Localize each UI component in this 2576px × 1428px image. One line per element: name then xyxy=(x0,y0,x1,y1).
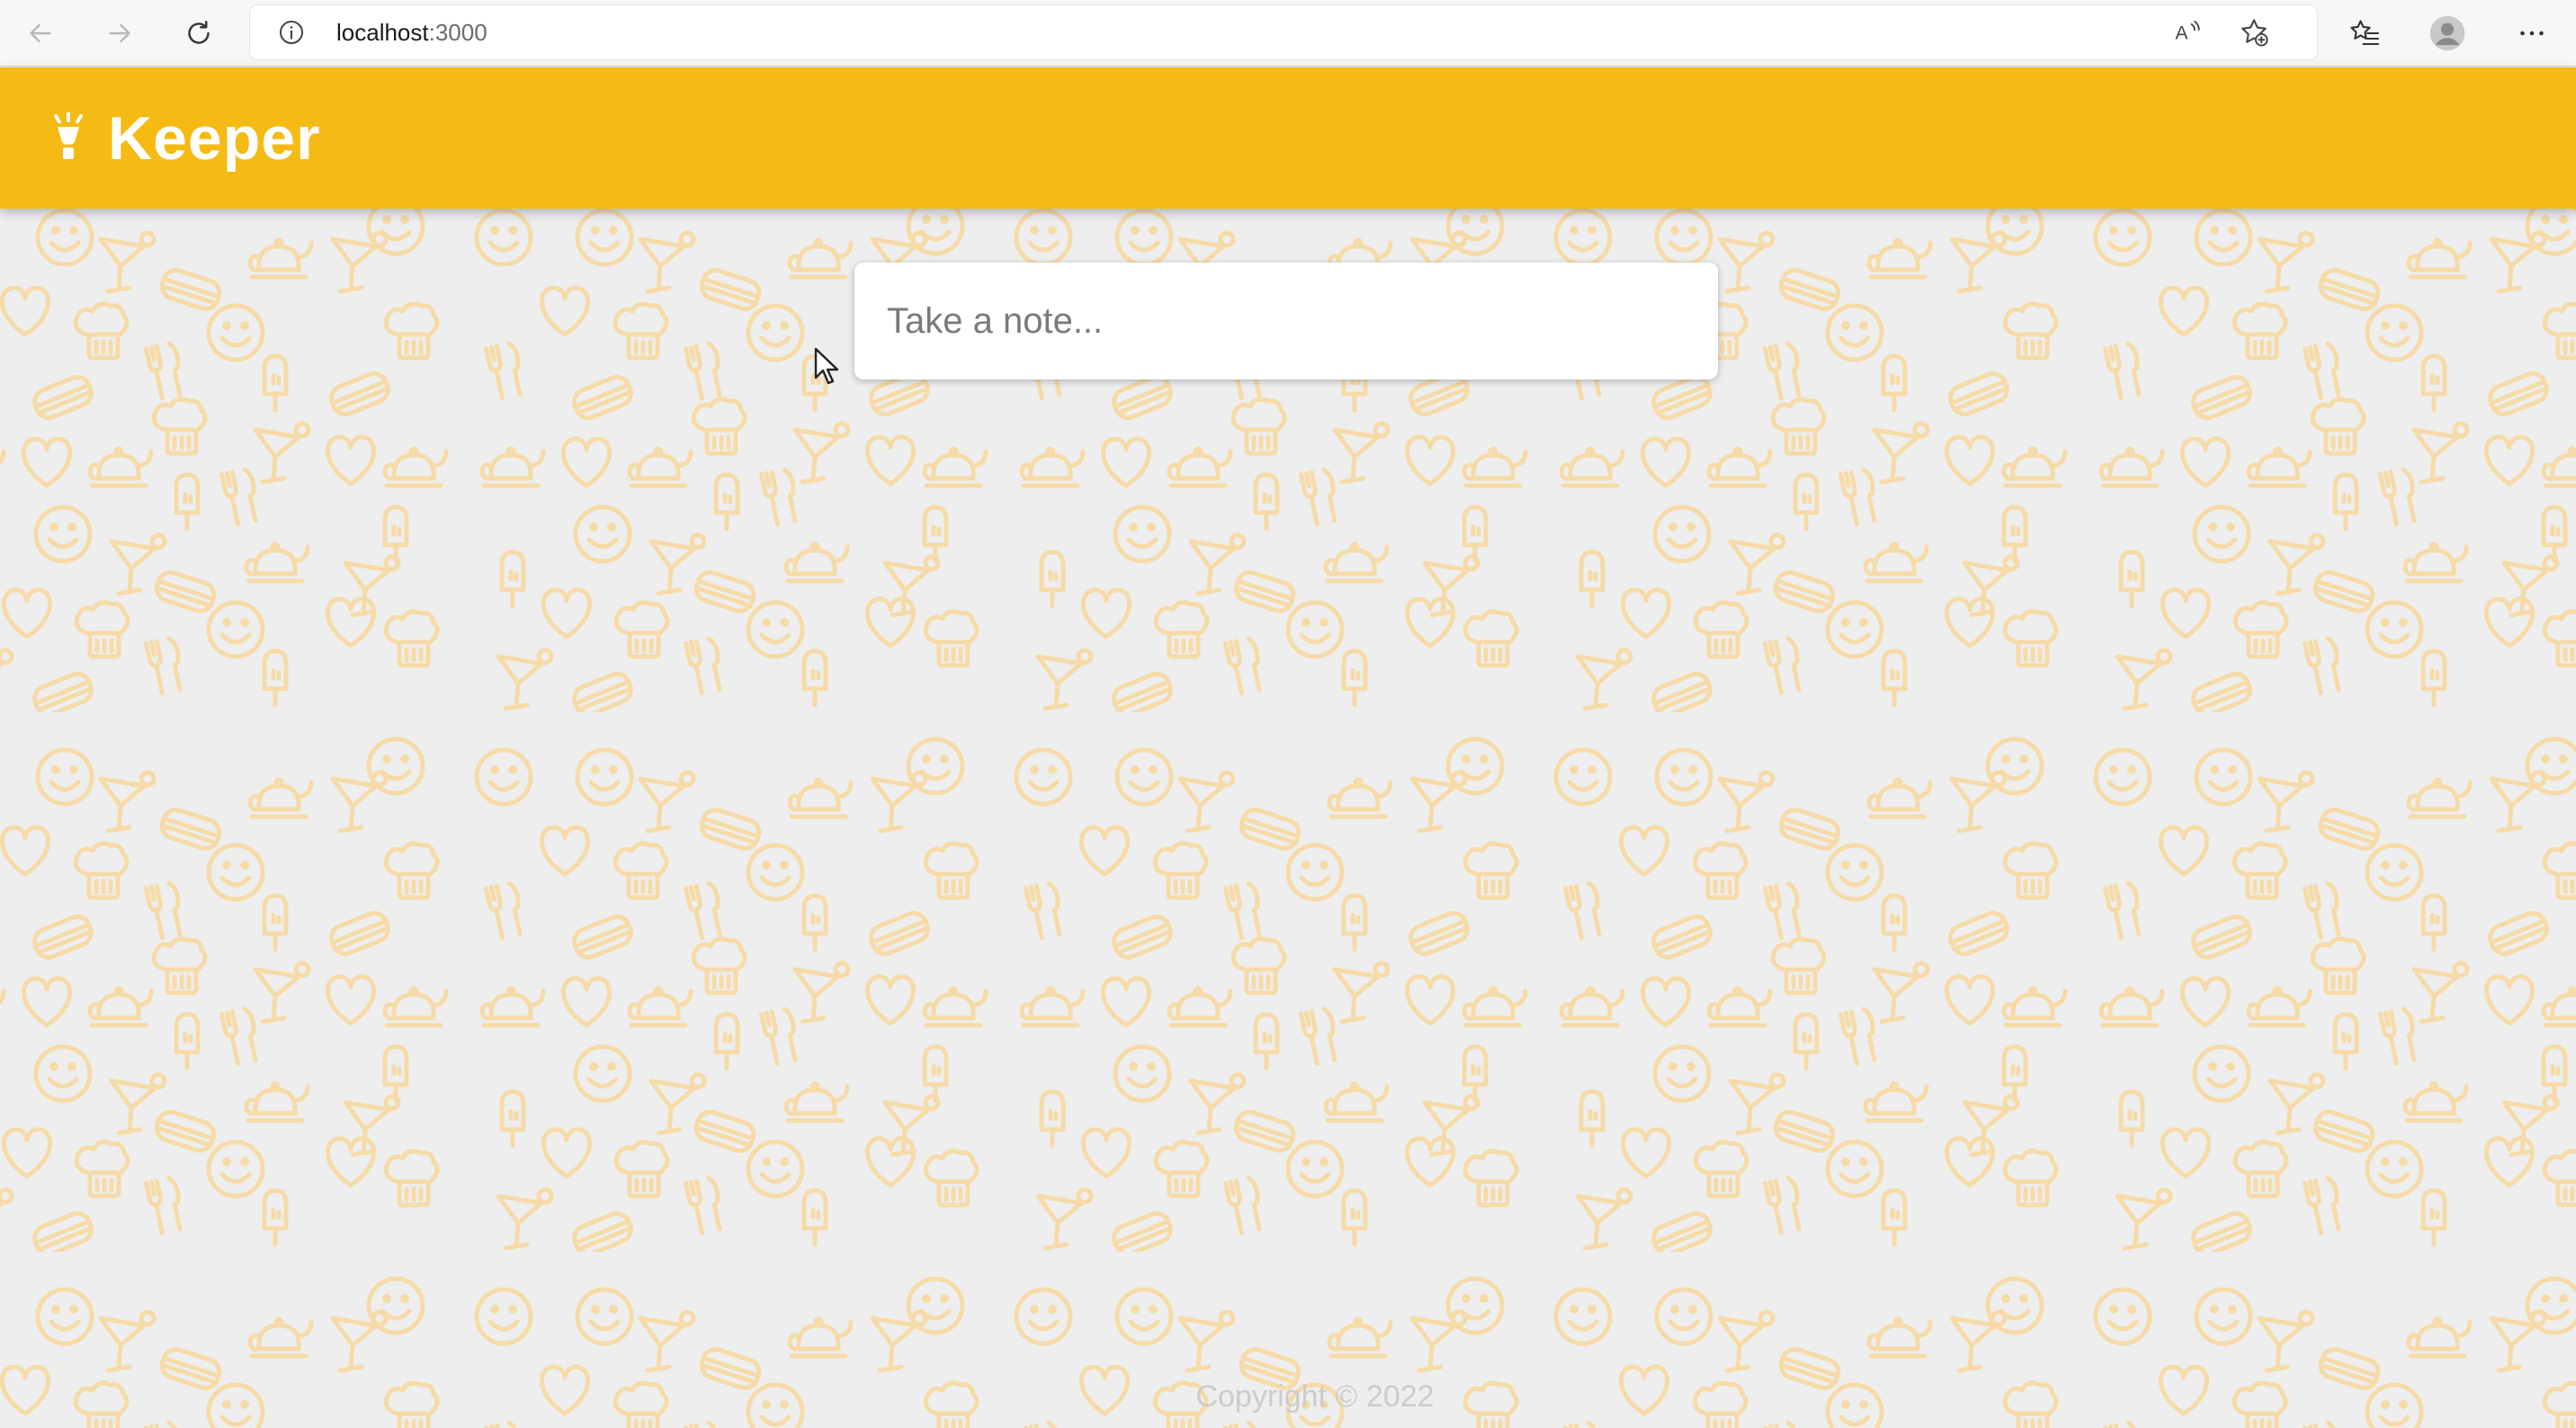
lightbulb-icon xyxy=(54,112,83,159)
create-note-form xyxy=(854,263,1718,379)
reload-button[interactable] xyxy=(176,11,221,56)
url-port: :3000 xyxy=(428,19,487,46)
back-arrow-icon xyxy=(30,23,51,43)
profile-button[interactable] xyxy=(2425,11,2470,56)
app-title: Keeper xyxy=(108,104,321,173)
address-bar[interactable]: localhost:3000 A xyxy=(250,5,2317,59)
info-icon[interactable] xyxy=(277,18,306,47)
mouse-cursor-icon xyxy=(814,347,839,385)
more-menu-icon xyxy=(2520,31,2544,36)
profile-icon xyxy=(2429,15,2465,51)
url-host: localhost xyxy=(336,19,429,46)
browser-toolbar: localhost:3000 A xyxy=(0,0,2576,67)
read-aloud-icon[interactable]: A xyxy=(2171,16,2204,49)
more-menu-button[interactable] xyxy=(2509,11,2554,56)
reload-icon xyxy=(188,21,210,44)
forward-arrow-icon xyxy=(109,23,130,43)
url-text[interactable]: localhost:3000 xyxy=(336,5,487,59)
copyright-footer: Copyright © 2022 xyxy=(1195,1379,1435,1414)
forward-button[interactable] xyxy=(97,11,142,56)
back-button[interactable] xyxy=(18,11,63,56)
background-pattern xyxy=(0,209,2576,1428)
favorites-icon xyxy=(2350,20,2380,46)
app-header: Keeper xyxy=(0,67,2576,209)
add-favorite-icon[interactable] xyxy=(2238,16,2270,49)
favorites-button[interactable] xyxy=(2342,11,2387,56)
svg-text:A: A xyxy=(2176,23,2188,44)
note-input[interactable] xyxy=(887,263,1687,379)
